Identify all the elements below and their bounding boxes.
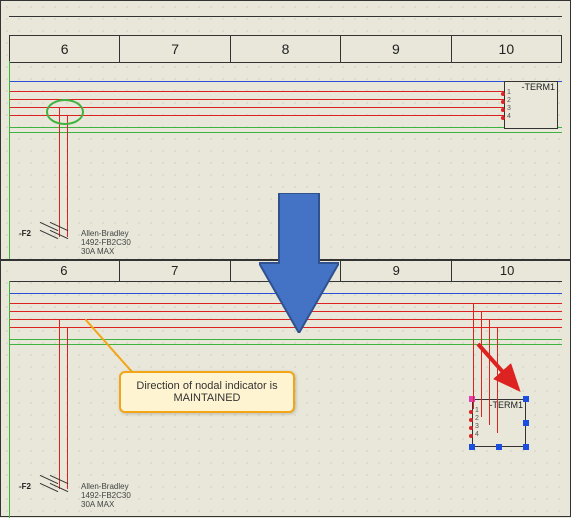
component-tag: -F2 bbox=[19, 229, 31, 238]
ruler-cell: 10 bbox=[452, 36, 561, 62]
ruler-cell: 6 bbox=[9, 261, 120, 281]
ruler-cell: 9 bbox=[341, 36, 451, 62]
wire-green-v bbox=[9, 281, 10, 518]
selection-handle[interactable] bbox=[496, 444, 502, 450]
selection-handle[interactable] bbox=[469, 444, 475, 450]
callout-pointer bbox=[85, 319, 145, 379]
ruler-cell: 6 bbox=[10, 36, 120, 62]
ruler-top: 6 7 8 9 10 bbox=[9, 35, 562, 63]
selection-handle[interactable] bbox=[523, 444, 529, 450]
ruler-cell: 7 bbox=[120, 36, 230, 62]
ruler-cell: 10 bbox=[452, 261, 562, 281]
component-info: Allen-Bradley 1492-FB2C30 30A MAX bbox=[81, 229, 131, 256]
fuse-symbol[interactable] bbox=[39, 226, 69, 246]
transition-arrow-icon bbox=[259, 193, 339, 333]
nodal-indicator-highlight bbox=[46, 99, 84, 125]
wire-red bbox=[9, 115, 522, 116]
terminal-label: -TERM1 bbox=[490, 400, 524, 410]
selection-handle[interactable] bbox=[523, 420, 529, 426]
terminal-block[interactable]: -TERM1 1 2 3 4 bbox=[504, 81, 558, 129]
ruler-cell: 7 bbox=[120, 261, 231, 281]
ruler-cell: 8 bbox=[231, 36, 341, 62]
top-border bbox=[9, 16, 562, 17]
wire-red bbox=[9, 99, 522, 100]
wire-green-pair bbox=[9, 127, 562, 133]
wire-red-v bbox=[67, 327, 68, 489]
wire-red-v bbox=[67, 115, 68, 237]
component-tag: -F2 bbox=[19, 482, 31, 491]
wire-red bbox=[9, 107, 522, 108]
callout-box: Direction of nodal indicator is MAINTAIN… bbox=[119, 371, 295, 413]
attention-arrow-icon bbox=[473, 339, 533, 399]
terminal-label: -TERM1 bbox=[522, 82, 556, 92]
wire-red bbox=[9, 91, 522, 92]
callout-text: Direction of nodal indicator is MAINTAIN… bbox=[136, 380, 277, 404]
wire-red-v bbox=[59, 107, 60, 237]
wire-green-v bbox=[9, 61, 10, 259]
wire-red-v bbox=[59, 319, 60, 489]
wire-blue bbox=[9, 81, 562, 82]
fuse-symbol[interactable] bbox=[39, 479, 69, 499]
component-info: Allen-Bradley 1492-FB2C30 30A MAX bbox=[81, 482, 131, 509]
ruler-cell: 9 bbox=[341, 261, 452, 281]
